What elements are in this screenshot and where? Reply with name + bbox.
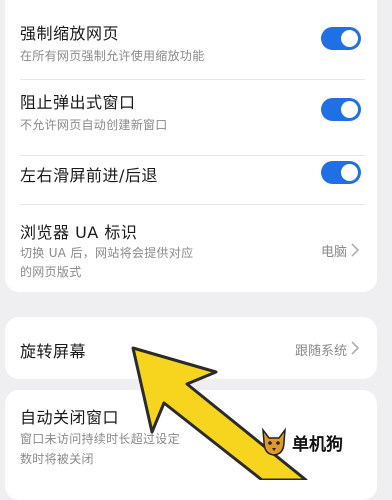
- auto-close-subtitle-line1: 窗口未访问持续时长超过设定: [20, 432, 180, 446]
- force-zoom-toggle[interactable]: [321, 27, 361, 50]
- rotate-screen-title: 旋转屏幕: [20, 342, 87, 361]
- watermark: 单机狗: [256, 426, 360, 464]
- browser-ua-subtitle-line1: 切换 UA 后，网站将会提供对应: [20, 246, 194, 260]
- auto-close-title: 自动关闭窗口: [20, 408, 120, 427]
- force-zoom-row[interactable]: 强制缩放网页 在所有网页强制允许使用缩放功能: [5, 0, 377, 80]
- block-popups-row[interactable]: 阻止弹出式窗口 不允许网页自动创建新窗口: [5, 80, 377, 150]
- dog-logo-icon: [262, 427, 286, 456]
- force-zoom-title: 强制缩放网页: [20, 24, 120, 43]
- settings-card-general: 强制缩放网页 在所有网页强制允许使用缩放功能 阻止弹出式窗口 不允许网页自动创建…: [5, 0, 377, 292]
- chevron-right-icon: [351, 243, 360, 257]
- auto-close-subtitle-line2: 数时将被关闭: [20, 452, 94, 466]
- browser-ua-title: 浏览器 UA 标识: [20, 223, 138, 242]
- browser-ua-value: 电脑: [320, 245, 347, 260]
- rotate-screen-row[interactable]: 旋转屏幕 跟随系统: [5, 317, 377, 379]
- block-popups-subtitle: 不允许网页自动创建新窗口: [20, 118, 168, 132]
- swipe-nav-toggle[interactable]: [321, 161, 361, 184]
- watermark-text: 单机狗: [292, 435, 343, 455]
- block-popups-title: 阻止弹出式窗口: [20, 93, 136, 112]
- block-popups-toggle[interactable]: [321, 98, 361, 121]
- settings-card-rotate: 旋转屏幕 跟随系统: [5, 317, 377, 379]
- browser-ua-subtitle-line2: 的网页版式: [20, 265, 82, 279]
- swipe-nav-title: 左右滑屏前进/后退: [20, 166, 158, 185]
- toggle-knob: [341, 101, 358, 118]
- swipe-nav-row[interactable]: 左右滑屏前进/后退: [5, 156, 377, 201]
- force-zoom-subtitle: 在所有网页强制允许使用缩放功能: [20, 49, 205, 63]
- chevron-right-icon: [351, 341, 360, 355]
- rotate-screen-value: 跟随系统: [294, 344, 347, 359]
- toggle-knob: [341, 30, 358, 47]
- browser-ua-row[interactable]: 浏览器 UA 标识 切换 UA 后，网站将会提供对应 的网页版式 电脑: [5, 205, 377, 290]
- toggle-knob: [341, 164, 358, 181]
